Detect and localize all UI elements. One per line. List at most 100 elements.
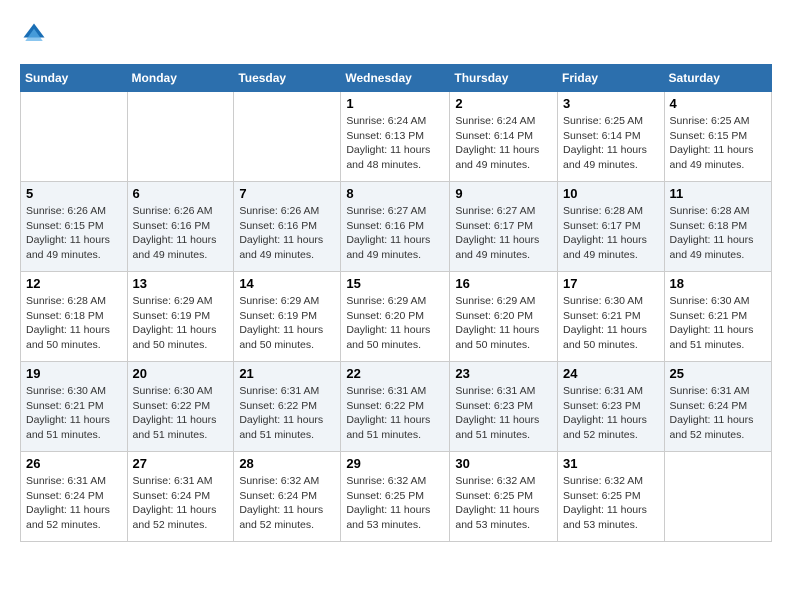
day-info: Sunrise: 6:26 AMSunset: 6:15 PMDaylight:…: [26, 204, 122, 263]
day-number: 13: [133, 276, 229, 291]
calendar-cell: 2Sunrise: 6:24 AMSunset: 6:14 PMDaylight…: [450, 92, 558, 182]
calendar-week-2: 5 Sunrise: 6:26 AMSunset: 6:15 PMDaylight…: [21, 182, 772, 272]
day-info: Sunrise: 6:29 AMSunset: 6:20 PMDaylight:…: [455, 294, 552, 353]
calendar-week-1: 1 Sunrise: 6:24 AMSunset: 6:13 PMDaylight…: [21, 92, 772, 182]
calendar-cell: 16 Sunrise: 6:29 AMSunset: 6:20 PMDayligh…: [450, 272, 558, 362]
calendar-cell: 13Sunrise: 6:29 AMSunset: 6:19 PMDayligh…: [127, 272, 234, 362]
day-number: 28: [239, 456, 335, 471]
calendar-table: SundayMondayTuesdayWednesdayThursdayFrid…: [20, 64, 772, 542]
day-info: Sunrise: 6:31 AMSunset: 6:24 PMDaylight:…: [26, 474, 122, 533]
calendar-cell: 8 Sunrise: 6:27 AMSunset: 6:16 PMDaylight…: [341, 182, 450, 272]
calendar-week-3: 12Sunrise: 6:28 AMSunset: 6:18 PMDayligh…: [21, 272, 772, 362]
calendar-week-5: 26 Sunrise: 6:31 AMSunset: 6:24 PMDayligh…: [21, 452, 772, 542]
calendar-cell: 27 Sunrise: 6:31 AMSunset: 6:24 PMDayligh…: [127, 452, 234, 542]
day-info: Sunrise: 6:31 AMSunset: 6:24 PMDaylight:…: [133, 474, 229, 533]
day-info: Sunrise: 6:26 AMSunset: 6:16 PMDaylight:…: [239, 204, 335, 263]
calendar-cell: 31Sunrise: 6:32 AMSunset: 6:25 PMDayligh…: [558, 452, 665, 542]
day-info: Sunrise: 6:28 AMSunset: 6:17 PMDaylight:…: [563, 204, 659, 263]
day-info: Sunrise: 6:28 AMSunset: 6:18 PMDaylight:…: [26, 294, 122, 353]
day-number: 20: [133, 366, 229, 381]
calendar-cell: 23 Sunrise: 6:31 AMSunset: 6:23 PMDayligh…: [450, 362, 558, 452]
day-number: 9: [455, 186, 552, 201]
calendar-cell: 11 Sunrise: 6:28 AMSunset: 6:18 PMDayligh…: [664, 182, 771, 272]
day-info: Sunrise: 6:25 AMSunset: 6:14 PMDaylight:…: [563, 114, 659, 173]
day-info: Sunrise: 6:24 AMSunset: 6:13 PMDaylight:…: [346, 114, 444, 173]
day-number: 8: [346, 186, 444, 201]
calendar-cell: 22 Sunrise: 6:31 AMSunset: 6:22 PMDayligh…: [341, 362, 450, 452]
calendar-cell: 24 Sunrise: 6:31 AMSunset: 6:23 PMDayligh…: [558, 362, 665, 452]
day-info: Sunrise: 6:24 AMSunset: 6:14 PMDaylight:…: [455, 114, 552, 173]
calendar-cell: 6 Sunrise: 6:26 AMSunset: 6:16 PMDaylight…: [127, 182, 234, 272]
calendar-cell: [234, 92, 341, 182]
day-info: Sunrise: 6:30 AMSunset: 6:21 PMDaylight:…: [26, 384, 122, 443]
calendar-cell: 12Sunrise: 6:28 AMSunset: 6:18 PMDayligh…: [21, 272, 128, 362]
day-number: 30: [455, 456, 552, 471]
calendar-cell: 18 Sunrise: 6:30 AMSunset: 6:21 PMDayligh…: [664, 272, 771, 362]
day-info: Sunrise: 6:26 AMSunset: 6:16 PMDaylight:…: [133, 204, 229, 263]
calendar-cell: 4 Sunrise: 6:25 AMSunset: 6:15 PMDaylight…: [664, 92, 771, 182]
day-info: Sunrise: 6:28 AMSunset: 6:18 PMDaylight:…: [670, 204, 766, 263]
day-info: Sunrise: 6:27 AMSunset: 6:17 PMDaylight:…: [455, 204, 552, 263]
calendar-week-4: 19 Sunrise: 6:30 AMSunset: 6:21 PMDayligh…: [21, 362, 772, 452]
day-info: Sunrise: 6:31 AMSunset: 6:24 PMDaylight:…: [670, 384, 766, 443]
calendar-cell: 3 Sunrise: 6:25 AMSunset: 6:14 PMDaylight…: [558, 92, 665, 182]
calendar-cell: 9 Sunrise: 6:27 AMSunset: 6:17 PMDaylight…: [450, 182, 558, 272]
day-number: 3: [563, 96, 659, 111]
day-number: 4: [670, 96, 766, 111]
weekday-header-wednesday: Wednesday: [341, 65, 450, 92]
logo-icon: [20, 20, 48, 48]
day-number: 31: [563, 456, 659, 471]
day-info: Sunrise: 6:31 AMSunset: 6:23 PMDaylight:…: [455, 384, 552, 443]
day-number: 11: [670, 186, 766, 201]
day-info: Sunrise: 6:32 AMSunset: 6:25 PMDaylight:…: [455, 474, 552, 533]
calendar-cell: 21Sunrise: 6:31 AMSunset: 6:22 PMDayligh…: [234, 362, 341, 452]
calendar-cell: 1 Sunrise: 6:24 AMSunset: 6:13 PMDaylight…: [341, 92, 450, 182]
day-number: 6: [133, 186, 229, 201]
calendar-cell: 14 Sunrise: 6:29 AMSunset: 6:19 PMDayligh…: [234, 272, 341, 362]
day-info: Sunrise: 6:30 AMSunset: 6:22 PMDaylight:…: [133, 384, 229, 443]
day-number: 19: [26, 366, 122, 381]
calendar-cell: 28 Sunrise: 6:32 AMSunset: 6:24 PMDayligh…: [234, 452, 341, 542]
calendar-cell: 17Sunrise: 6:30 AMSunset: 6:21 PMDayligh…: [558, 272, 665, 362]
calendar-header: SundayMondayTuesdayWednesdayThursdayFrid…: [21, 65, 772, 92]
day-number: 22: [346, 366, 444, 381]
day-info: Sunrise: 6:29 AMSunset: 6:20 PMDaylight:…: [346, 294, 444, 353]
calendar-body: 1 Sunrise: 6:24 AMSunset: 6:13 PMDaylight…: [21, 92, 772, 542]
day-info: Sunrise: 6:29 AMSunset: 6:19 PMDaylight:…: [239, 294, 335, 353]
weekday-header-saturday: Saturday: [664, 65, 771, 92]
day-number: 1: [346, 96, 444, 111]
calendar-cell: 15 Sunrise: 6:29 AMSunset: 6:20 PMDayligh…: [341, 272, 450, 362]
day-number: 18: [670, 276, 766, 291]
day-number: 24: [563, 366, 659, 381]
day-info: Sunrise: 6:25 AMSunset: 6:15 PMDaylight:…: [670, 114, 766, 173]
day-info: Sunrise: 6:31 AMSunset: 6:23 PMDaylight:…: [563, 384, 659, 443]
day-number: 15: [346, 276, 444, 291]
calendar-cell: 29Sunrise: 6:32 AMSunset: 6:25 PMDayligh…: [341, 452, 450, 542]
calendar-cell: [21, 92, 128, 182]
day-number: 5: [26, 186, 122, 201]
day-info: Sunrise: 6:30 AMSunset: 6:21 PMDaylight:…: [670, 294, 766, 353]
weekday-header-thursday: Thursday: [450, 65, 558, 92]
weekday-header-sunday: Sunday: [21, 65, 128, 92]
calendar-cell: 10Sunrise: 6:28 AMSunset: 6:17 PMDayligh…: [558, 182, 665, 272]
day-number: 21: [239, 366, 335, 381]
day-number: 16: [455, 276, 552, 291]
day-info: Sunrise: 6:31 AMSunset: 6:22 PMDaylight:…: [346, 384, 444, 443]
day-number: 26: [26, 456, 122, 471]
day-info: Sunrise: 6:32 AMSunset: 6:25 PMDaylight:…: [346, 474, 444, 533]
calendar-cell: 30 Sunrise: 6:32 AMSunset: 6:25 PMDayligh…: [450, 452, 558, 542]
logo: [20, 20, 52, 48]
calendar-cell: [664, 452, 771, 542]
day-number: 27: [133, 456, 229, 471]
day-number: 23: [455, 366, 552, 381]
calendar-cell: 19 Sunrise: 6:30 AMSunset: 6:21 PMDayligh…: [21, 362, 128, 452]
day-number: 14: [239, 276, 335, 291]
day-info: Sunrise: 6:32 AMSunset: 6:24 PMDaylight:…: [239, 474, 335, 533]
calendar-cell: [127, 92, 234, 182]
day-info: Sunrise: 6:30 AMSunset: 6:21 PMDaylight:…: [563, 294, 659, 353]
weekday-header-monday: Monday: [127, 65, 234, 92]
calendar-cell: 7Sunrise: 6:26 AMSunset: 6:16 PMDaylight…: [234, 182, 341, 272]
weekday-row: SundayMondayTuesdayWednesdayThursdayFrid…: [21, 65, 772, 92]
day-info: Sunrise: 6:27 AMSunset: 6:16 PMDaylight:…: [346, 204, 444, 263]
weekday-header-tuesday: Tuesday: [234, 65, 341, 92]
